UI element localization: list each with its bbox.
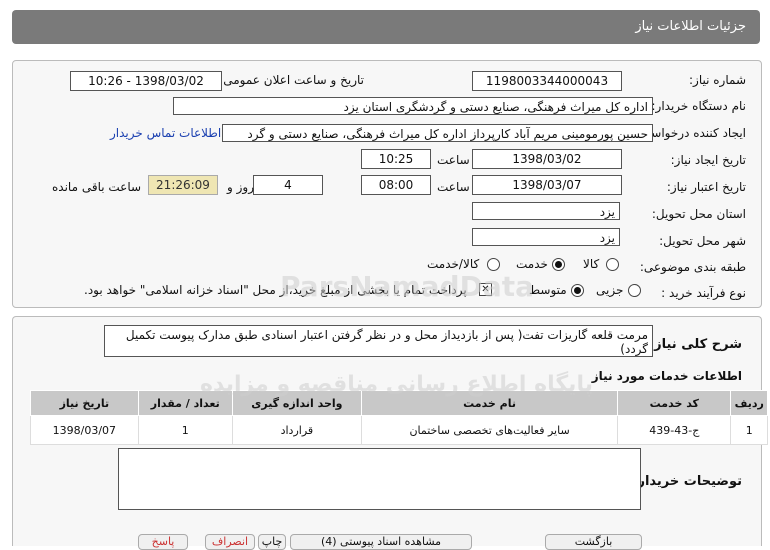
category-label: طبقه بندی موضوعی: xyxy=(639,260,746,274)
announce-field[interactable]: 1398/03/02 - 10:26 xyxy=(70,71,222,91)
col-unit: واحد اندازه گیری xyxy=(231,390,362,416)
buyer-notes-field[interactable] xyxy=(118,448,641,510)
created-date-field[interactable]: 1398/03/02 xyxy=(472,149,622,169)
province-label: استان محل تحویل: xyxy=(651,207,746,221)
validity-time-field[interactable]: 08:00 xyxy=(361,175,431,195)
remaining-time-field: 21:26:09 xyxy=(148,175,218,195)
col-code: کد خدمت xyxy=(617,390,732,416)
treasury-checkbox[interactable]: ✕ xyxy=(479,283,492,296)
services-table: ردیف کد خدمت نام خدمت واحد اندازه گیری ت… xyxy=(30,390,768,445)
category-service-label: خدمت xyxy=(516,257,548,271)
process-medium-radio[interactable] xyxy=(571,284,584,297)
cancel-button[interactable]: انصراف xyxy=(205,534,255,550)
table-row[interactable]: 1 ج-43-439 سایر فعالیت‌های تخصصی ساختمان… xyxy=(30,415,768,445)
page-header: جزئیات اطلاعات نیاز xyxy=(12,10,760,44)
services-title: اطلاعات خدمات مورد نیاز xyxy=(591,369,742,383)
cell-row: 1 xyxy=(730,415,768,445)
days-label: روز و xyxy=(227,180,254,194)
process-label: نوع فرآیند خرید : xyxy=(661,286,746,300)
buyer-org-field[interactable]: اداره کل میراث فرهنگی، صنایع دستی و گردش… xyxy=(173,97,653,115)
buyer-org-label: نام دستگاه خریدار: xyxy=(651,99,747,113)
validity-date-label: تاریخ اعتبار نیاز: xyxy=(666,180,746,194)
province-field[interactable]: یزد xyxy=(472,202,620,220)
page-title: جزئیات اطلاعات نیاز xyxy=(635,19,746,34)
description-field[interactable]: مرمت قلعه گاریزات تفت( پس از بازدیداز مح… xyxy=(104,325,653,357)
category-goods-radio[interactable] xyxy=(606,258,619,271)
cell-date: 1398/03/07 xyxy=(30,415,139,445)
col-date: تاریخ نیاز xyxy=(30,390,139,416)
validity-date-field[interactable]: 1398/03/07 xyxy=(472,175,622,195)
col-row: ردیف xyxy=(730,390,768,416)
category-both-label: کالا/خدمت xyxy=(427,257,480,271)
city-label: شهر محل تحویل: xyxy=(659,234,746,248)
reply-button[interactable]: پاسخ xyxy=(138,534,188,550)
back-button[interactable]: بازگشت xyxy=(545,534,642,550)
process-minor-radio[interactable] xyxy=(628,284,641,297)
col-name: نام خدمت xyxy=(360,390,619,416)
process-medium-label: متوسط xyxy=(529,283,567,297)
cell-qty: 1 xyxy=(137,415,233,445)
payment-note: پرداخت تمام یا بخشی از مبلغ خرید،از محل … xyxy=(84,283,467,297)
contact-buyer-link[interactable]: اطلاعات تماس خریدار xyxy=(110,126,221,140)
cell-name: سایر فعالیت‌های تخصصی ساختمان xyxy=(360,415,619,445)
validity-time-label: ساعت xyxy=(437,180,470,194)
city-field[interactable]: یزد xyxy=(472,228,620,246)
requester-field[interactable]: حسین پورمومینی مریم آباد کارپرداز اداره … xyxy=(222,124,653,142)
need-number-field[interactable]: 1198003344000043 xyxy=(472,71,622,91)
days-field[interactable]: 4 xyxy=(253,175,323,195)
need-number-label: شماره نیاز: xyxy=(689,73,746,87)
description-label: شرح کلی نیاز: xyxy=(648,337,742,352)
created-time-field[interactable]: 10:25 xyxy=(361,149,431,169)
announce-label: تاریخ و ساعت اعلان عمومی: xyxy=(219,73,364,87)
remaining-label: ساعت باقی مانده xyxy=(52,180,142,194)
col-qty: تعداد / مقدار xyxy=(137,390,233,416)
attachments-button[interactable]: مشاهده اسناد پیوستی (4) xyxy=(290,534,472,550)
category-service-radio[interactable] xyxy=(552,258,565,271)
cell-unit: قرارداد xyxy=(231,415,362,445)
process-minor-label: جزیی xyxy=(596,283,624,297)
category-both-radio[interactable] xyxy=(487,258,500,271)
created-time-label: ساعت xyxy=(437,153,470,167)
cell-code: ج-43-439 xyxy=(617,415,732,445)
buyer-notes-label: توضیحات خریدار: xyxy=(632,474,742,489)
category-goods-label: کالا xyxy=(583,257,600,271)
created-date-label: تاریخ ایجاد نیاز: xyxy=(670,153,746,167)
print-button[interactable]: چاپ xyxy=(258,534,286,550)
